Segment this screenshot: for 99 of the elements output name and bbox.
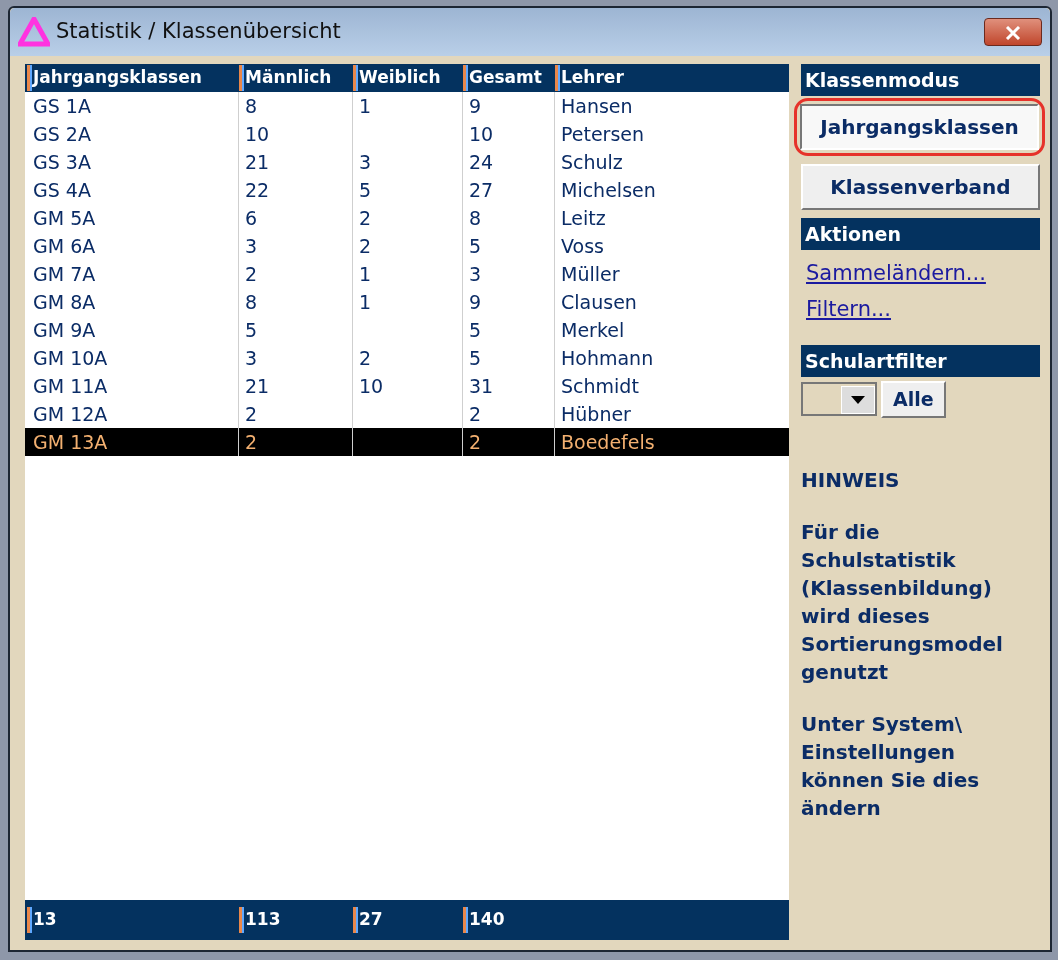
- close-icon: [1005, 26, 1021, 40]
- table-cell: 2: [469, 403, 482, 425]
- table-cell: 5: [469, 235, 482, 257]
- column-header[interactable]: Jahrgangsklassen: [27, 65, 239, 91]
- table-cell: 21: [245, 375, 270, 397]
- table-cell: 2: [359, 207, 372, 229]
- table-row[interactable]: GM 11A 21 10 31 Schmidt: [25, 372, 789, 400]
- table-cell: 10: [469, 123, 494, 145]
- table-row[interactable]: GS 4A 22 5 27 Michelsen: [25, 176, 789, 204]
- table-cell: Voss: [561, 235, 604, 257]
- table-cell: Merkel: [561, 319, 625, 341]
- column-header[interactable]: Gesamt: [463, 65, 555, 91]
- table-cell: 8: [469, 207, 482, 229]
- triangle-logo-icon: [18, 17, 50, 47]
- table-row[interactable]: GM 5A 6 2 8 Leitz: [25, 204, 789, 232]
- table-cell: GM 5A: [33, 207, 96, 229]
- table-cell: Schmidt: [561, 375, 639, 397]
- table-cell: 27: [469, 179, 494, 201]
- table-row[interactable]: GM 9A 5 5 Merkel: [25, 316, 789, 344]
- table-cell: GS 2A: [33, 123, 91, 145]
- table-cell: Michelsen: [561, 179, 656, 201]
- table-cell: 3: [469, 263, 482, 285]
- table-cell: GM 12A: [33, 403, 108, 425]
- table-cell: 5: [469, 319, 482, 341]
- table-cell: Hübner: [561, 403, 631, 425]
- table-cell: 2: [359, 235, 372, 257]
- table-row[interactable]: GM 13A 2 2 Boedefels: [25, 428, 789, 456]
- table-cell: 31: [469, 375, 494, 397]
- table-cell: GM 13A: [33, 431, 108, 453]
- table-cell: 5: [245, 319, 258, 341]
- section-heading: Aktionen: [801, 218, 1040, 250]
- table-cell: 9: [469, 95, 482, 117]
- school-type-dropdown[interactable]: [801, 382, 877, 417]
- table-cell: 10: [359, 375, 384, 397]
- column-header[interactable]: Weiblich: [353, 65, 463, 91]
- column-header[interactable]: Männlich: [239, 65, 353, 91]
- table-cell: Boedefels: [561, 431, 655, 453]
- action-link[interactable]: Filtern...: [806, 293, 1035, 325]
- table-cell: 21: [245, 151, 270, 173]
- table-cell: Clausen: [561, 291, 637, 313]
- column-total: 113: [239, 907, 353, 933]
- action-link[interactable]: Sammeländern...: [806, 258, 1035, 290]
- table-cell: 8: [245, 291, 258, 313]
- table-cell: Müller: [561, 263, 620, 285]
- table-cell: Hohmann: [561, 347, 654, 369]
- table-row[interactable]: GM 6A 3 2 5 Voss: [25, 232, 789, 260]
- table-cell: Hansen: [561, 95, 633, 117]
- table-cell: 2: [245, 431, 258, 453]
- table-cell: GS 3A: [33, 151, 91, 173]
- table-cell: 22: [245, 179, 270, 201]
- table-cell: 10: [245, 123, 270, 145]
- mode-button[interactable]: Jahrgangsklassen: [800, 104, 1039, 150]
- table-cell: 3: [245, 347, 258, 369]
- table-cell: GM 6A: [33, 235, 96, 257]
- table-cell: GS 1A: [33, 95, 91, 117]
- table-cell: 5: [469, 347, 482, 369]
- column-total: 13: [27, 907, 239, 933]
- close-button[interactable]: [984, 18, 1042, 46]
- table-cell: 9: [469, 291, 482, 313]
- table-cell: 24: [469, 151, 494, 173]
- table-cell: Schulz: [561, 151, 623, 173]
- column-total: 27: [353, 907, 463, 933]
- note-title: HINWEIS: [801, 466, 901, 494]
- table-cell: 3: [245, 235, 258, 257]
- table-cell: 6: [245, 207, 258, 229]
- table-row[interactable]: GM 10A 3 2 5 Hohmann: [25, 344, 789, 372]
- table-row[interactable]: GS 1A 8 1 9 Hansen: [25, 92, 789, 120]
- section-heading: Schulartfilter: [801, 345, 1040, 377]
- table-cell: 1: [359, 95, 372, 117]
- table-cell: GM 8A: [33, 291, 96, 313]
- table-cell: 2: [469, 431, 482, 453]
- mode-button[interactable]: Klassenverband: [801, 164, 1040, 210]
- section-heading: Klassenmodus: [801, 64, 1040, 96]
- table-cell: GM 11A: [33, 375, 108, 397]
- table-cell: 1: [359, 291, 372, 313]
- table-cell: 8: [245, 95, 258, 117]
- table-cell: 2: [359, 347, 372, 369]
- column-total: 140: [463, 907, 555, 933]
- table-row[interactable]: GM 7A 2 1 3 Müller: [25, 260, 789, 288]
- table-cell: Petersen: [561, 123, 645, 145]
- table-row[interactable]: GS 2A 10 10 Petersen: [25, 120, 789, 148]
- table-cell: GS 4A: [33, 179, 91, 201]
- table-row[interactable]: GS 3A 21 3 24 Schulz: [25, 148, 789, 176]
- table-cell: GM 7A: [33, 263, 96, 285]
- table-cell: GM 9A: [33, 319, 96, 341]
- table-row[interactable]: GM 8A 8 1 9 Clausen: [25, 288, 789, 316]
- table-cell: Leitz: [561, 207, 606, 229]
- table-cell: 3: [359, 151, 372, 173]
- table-cell: 5: [359, 179, 372, 201]
- all-button[interactable]: Alle: [881, 381, 946, 418]
- table-cell: 2: [245, 263, 258, 285]
- table-cell: GM 10A: [33, 347, 108, 369]
- column-header[interactable]: Lehrer: [555, 65, 789, 91]
- table-cell: 1: [359, 263, 372, 285]
- dropdown-arrow-icon: [851, 396, 865, 405]
- window-title: Statistik / Klassenübersicht: [56, 18, 341, 46]
- note-text: Für die Schulstatistik (Klassenbildung) wird dieses Sortierungsmodel genutzt: [801, 518, 1004, 686]
- note-text: Unter System\ Einstellungen können Sie dies ändern: [801, 710, 981, 822]
- table-cell: 2: [245, 403, 258, 425]
